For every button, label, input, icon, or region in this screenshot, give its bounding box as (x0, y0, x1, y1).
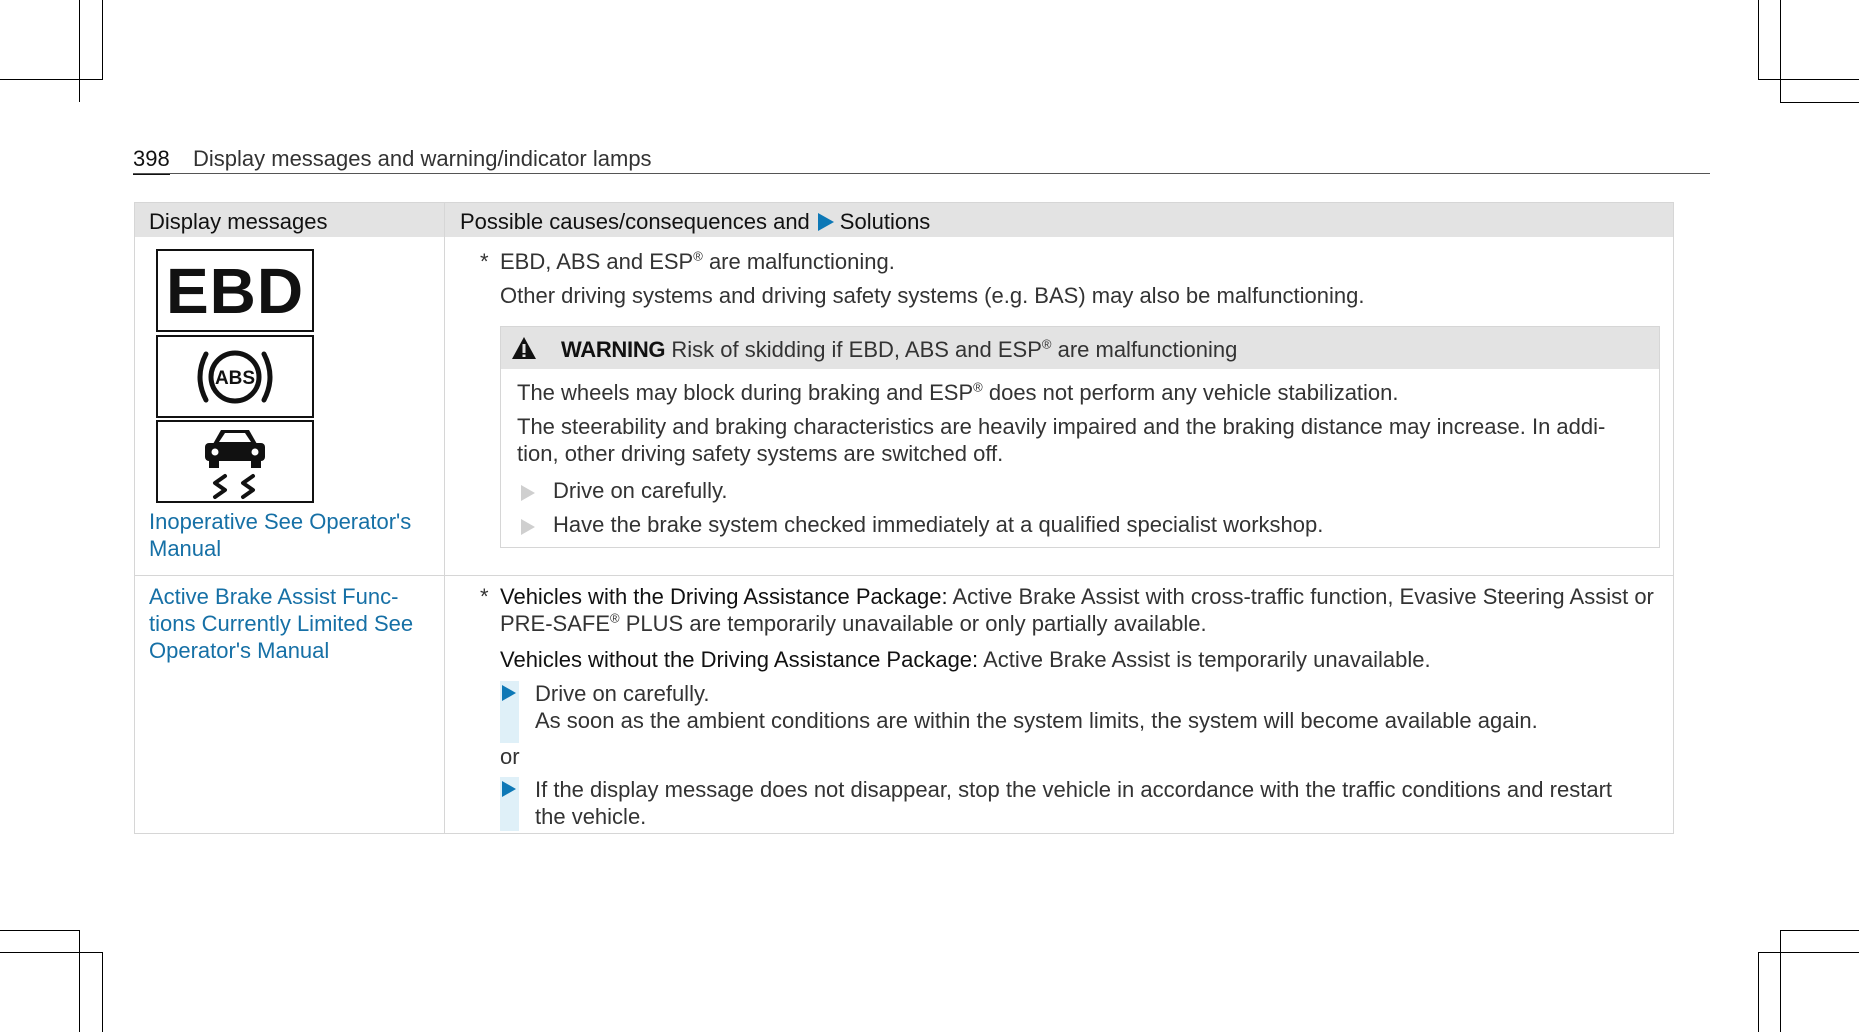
step-arrow-icon (502, 685, 516, 701)
display-message-inoperative[interactable]: Inoperative See Operator's Manual (149, 508, 411, 562)
abs-icon: ABS (197, 350, 273, 403)
display-message-line: tions Currently Limited See (149, 611, 414, 636)
display-messages-table: Display messages Possible causes/consequ… (134, 202, 1674, 834)
ebd-indicator-lamp: EBD (156, 249, 314, 332)
skidding-car-icon (205, 429, 265, 499)
with-package-text: Vehicles with the Driving Assistance Pac… (500, 583, 1654, 610)
column-header-causes-solutions: Possible causes/consequences and Solutio… (460, 209, 930, 235)
display-message-active-brake-assist[interactable]: Active Brake Assist Func‐ tions Currentl… (149, 583, 413, 664)
esp-indicator-lamp (156, 420, 314, 503)
cause-text: Other driving systems and driving safety… (500, 283, 1365, 308)
column-divider (444, 203, 445, 833)
crop-mark (1780, 0, 1781, 102)
header-rule (133, 173, 1710, 174)
with-package-detail: PRE-SAFE® PLUS are temporarily unavailab… (500, 610, 1207, 636)
step-arrow-icon (521, 519, 535, 535)
with-package-detail: Active Brake Assist with cross-traffic f… (952, 584, 1654, 609)
page-title: Display messages and warning/indicator l… (193, 146, 652, 171)
warning-heading: WARNING Risk of skidding if EBD, ABS and… (561, 337, 1237, 363)
warning-step: Drive on carefully. (553, 478, 728, 503)
warning-box: WARNING Risk of skidding if EBD, ABS and… (500, 326, 1660, 548)
warning-text: tion, other driving safety systems are s… (517, 441, 1004, 466)
column-header-display-messages: Display messages (149, 209, 328, 234)
crop-mark (1780, 102, 1859, 103)
cause-text: EBD, ABS and ESP® are malfunctioning. (500, 248, 895, 274)
warning-text: The wheels may block during braking and … (517, 379, 1399, 405)
crop-mark (1758, 79, 1859, 80)
warning-header: WARNING Risk of skidding if EBD, ABS and… (501, 327, 1659, 369)
display-message-line: Active Brake Assist Func‐ (149, 584, 399, 609)
crop-mark (0, 79, 102, 80)
solution-step: Drive on carefully. (535, 681, 710, 706)
crop-mark (1758, 952, 1859, 953)
column-header-solutions: Solutions (839, 209, 931, 234)
step-arrow-icon (502, 781, 516, 797)
display-message-line: Inoperative See Operator's (149, 509, 412, 534)
without-package-detail: Active Brake Assist is temporarily unava… (983, 647, 1431, 672)
abs-icon-label: ABS (215, 368, 255, 389)
crop-mark (1758, 952, 1759, 1032)
row-divider (135, 575, 1673, 576)
crop-mark (79, 0, 80, 102)
or-text: or (500, 744, 520, 769)
display-message-line: Manual (149, 536, 222, 561)
warning-step: Have the brake system checked immediatel… (553, 512, 1324, 537)
crop-mark (1780, 930, 1781, 1032)
display-message-line: Operator's Manual (149, 638, 330, 663)
crop-mark (102, 952, 103, 1032)
warning-label: WARNING (561, 337, 666, 362)
crop-mark (1780, 930, 1859, 931)
optional-equipment-star: * (480, 584, 489, 609)
step-arrow-icon (521, 485, 535, 501)
solution-step: If the display message does not disappea… (535, 777, 1613, 802)
solution-result: As soon as the ambient conditions are wi… (535, 708, 1538, 733)
solution-step: the vehicle. (535, 804, 647, 829)
table-header: Display messages Possible causes/consequ… (135, 203, 1673, 237)
without-package-text: Vehicles without the Driving Assistance … (500, 646, 1431, 673)
without-package-label: Vehicles without the Driving Assistance … (500, 647, 979, 672)
step-arrow-icon (817, 213, 834, 231)
page-number: 398 (133, 146, 170, 175)
warning-text: The steerability and braking characteris… (517, 414, 1606, 439)
crop-mark (0, 930, 79, 931)
crop-mark (102, 0, 103, 80)
abs-indicator-lamp: ABS (156, 335, 314, 418)
crop-mark (79, 930, 80, 1032)
warning-title: Risk of skidding if EBD, ABS and ESP® ar… (671, 336, 1238, 362)
ebd-indicator-text: EBD (165, 254, 305, 327)
warning-triangle-icon (512, 337, 536, 359)
optional-equipment-star: * (480, 249, 489, 274)
crop-mark (0, 952, 102, 953)
crop-mark (1758, 0, 1759, 80)
with-package-label: Vehicles with the Driving Assistance Pac… (500, 584, 948, 609)
column-header-causes: Possible causes/consequences and (460, 209, 810, 234)
